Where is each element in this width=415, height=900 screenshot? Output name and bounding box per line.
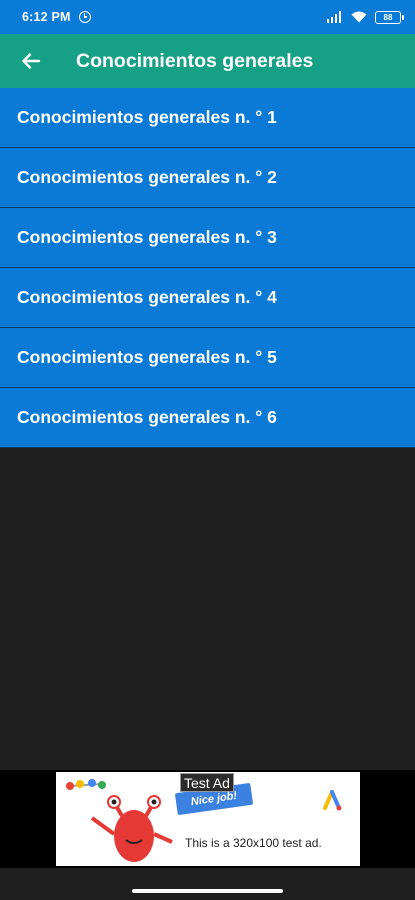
list-item-1[interactable]: Conocimientos generales n. ° 1 bbox=[0, 88, 415, 148]
ad-text: This is a 320x100 test ad. bbox=[185, 836, 322, 850]
status-bar: 6:12 PM 88 bbox=[0, 0, 415, 34]
list-item-label: Conocimientos generales n. ° 2 bbox=[17, 167, 277, 187]
battery-icon: 88 bbox=[375, 10, 404, 24]
list-item-label: Conocimientos generales n. ° 1 bbox=[17, 107, 277, 127]
list-item-label: Conocimientos generales n. ° 3 bbox=[17, 227, 277, 247]
list-item-label: Conocimientos generales n. ° 5 bbox=[17, 347, 277, 367]
list-item-6[interactable]: Conocimientos generales n. ° 6 bbox=[0, 388, 415, 448]
signal-icon bbox=[326, 11, 341, 23]
list-item-4[interactable]: Conocimientos generales n. ° 4 bbox=[0, 268, 415, 328]
list-item-label: Conocimientos generales n. ° 4 bbox=[17, 287, 277, 307]
back-button[interactable] bbox=[3, 34, 59, 88]
battery-level: 88 bbox=[383, 12, 393, 22]
app-bar: Conocimientos generales bbox=[0, 34, 415, 88]
navigation-bar bbox=[0, 868, 415, 900]
ad-logo-icon bbox=[323, 790, 342, 811]
alarm-icon bbox=[78, 11, 91, 23]
list-item-3[interactable]: Conocimientos generales n. ° 3 bbox=[0, 208, 415, 268]
wifi-icon bbox=[351, 11, 367, 23]
quiz-list: Conocimientos generales n. ° 1 Conocimie… bbox=[0, 88, 415, 448]
monster-mascot-icon bbox=[66, 779, 173, 862]
list-item-2[interactable]: Conocimientos generales n. ° 2 bbox=[0, 148, 415, 208]
arrow-left-icon bbox=[22, 53, 41, 69]
status-time: 6:12 PM bbox=[22, 10, 71, 24]
page-title: Conocimientos generales bbox=[76, 49, 314, 72]
list-item-5[interactable]: Conocimientos generales n. ° 5 bbox=[0, 328, 415, 388]
home-indicator[interactable] bbox=[132, 889, 283, 893]
test-ad-label: Test Ad bbox=[180, 773, 234, 792]
list-item-label: Conocimientos generales n. ° 6 bbox=[17, 407, 277, 427]
